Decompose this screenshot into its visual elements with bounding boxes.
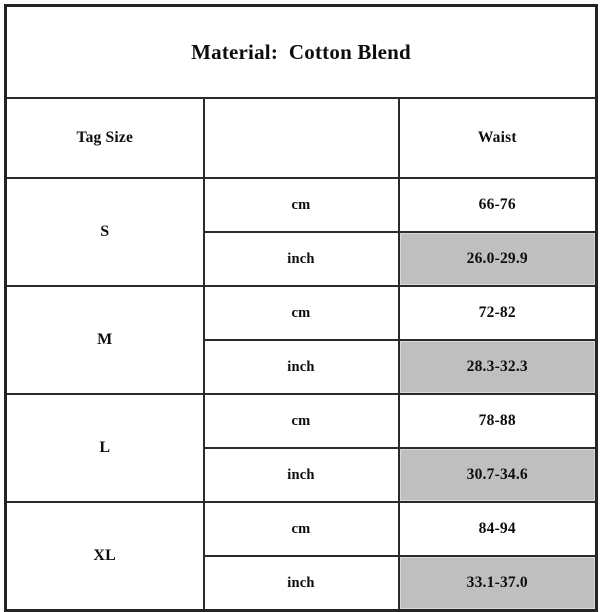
size-chart-body: Material: Cotton Blend Tag Size Waist S … bbox=[4, 4, 598, 612]
size-chart-root: Material: Cotton Blend Tag Size Waist S … bbox=[0, 0, 600, 612]
unit-label: inch bbox=[202, 447, 400, 503]
waist-value: 66-76 bbox=[397, 177, 598, 233]
table-row: S cm 66-76 bbox=[4, 177, 598, 287]
unit-label: inch bbox=[202, 339, 400, 395]
material-title-row: Material: Cotton Blend bbox=[4, 4, 598, 99]
unit-label: cm bbox=[202, 393, 400, 449]
material-title: Material: Cotton Blend bbox=[4, 4, 598, 99]
tag-size-value: M bbox=[4, 285, 205, 395]
table-row: XL cm 84-94 bbox=[4, 501, 598, 612]
unit-label: inch bbox=[202, 231, 400, 287]
waist-value-shaded: 28.3-32.3 bbox=[397, 339, 598, 395]
waist-value: 78-88 bbox=[397, 393, 598, 449]
waist-value-shaded: 33.1-37.0 bbox=[397, 555, 598, 612]
waist-value: 84-94 bbox=[397, 501, 598, 557]
waist-value: 72-82 bbox=[397, 285, 598, 341]
table-row: M cm 72-82 bbox=[4, 285, 598, 395]
waist-value-shaded: 26.0-29.9 bbox=[397, 231, 598, 287]
unit-label: cm bbox=[202, 285, 400, 341]
column-header-tag-size: Tag Size bbox=[4, 97, 205, 179]
tag-size-value: L bbox=[4, 393, 205, 503]
unit-label: inch bbox=[202, 555, 400, 612]
tag-size-value: XL bbox=[4, 501, 205, 612]
tag-size-value: S bbox=[4, 177, 205, 287]
unit-label: cm bbox=[202, 501, 400, 557]
size-chart-table: Material: Cotton Blend Tag Size Waist S … bbox=[4, 4, 599, 612]
column-header-row: Tag Size Waist bbox=[4, 97, 598, 179]
waist-value-shaded: 30.7-34.6 bbox=[397, 447, 598, 503]
column-header-waist: Waist bbox=[397, 97, 598, 179]
column-header-unit bbox=[202, 97, 400, 179]
unit-label: cm bbox=[202, 177, 400, 233]
table-row: L cm 78-88 bbox=[4, 393, 598, 503]
